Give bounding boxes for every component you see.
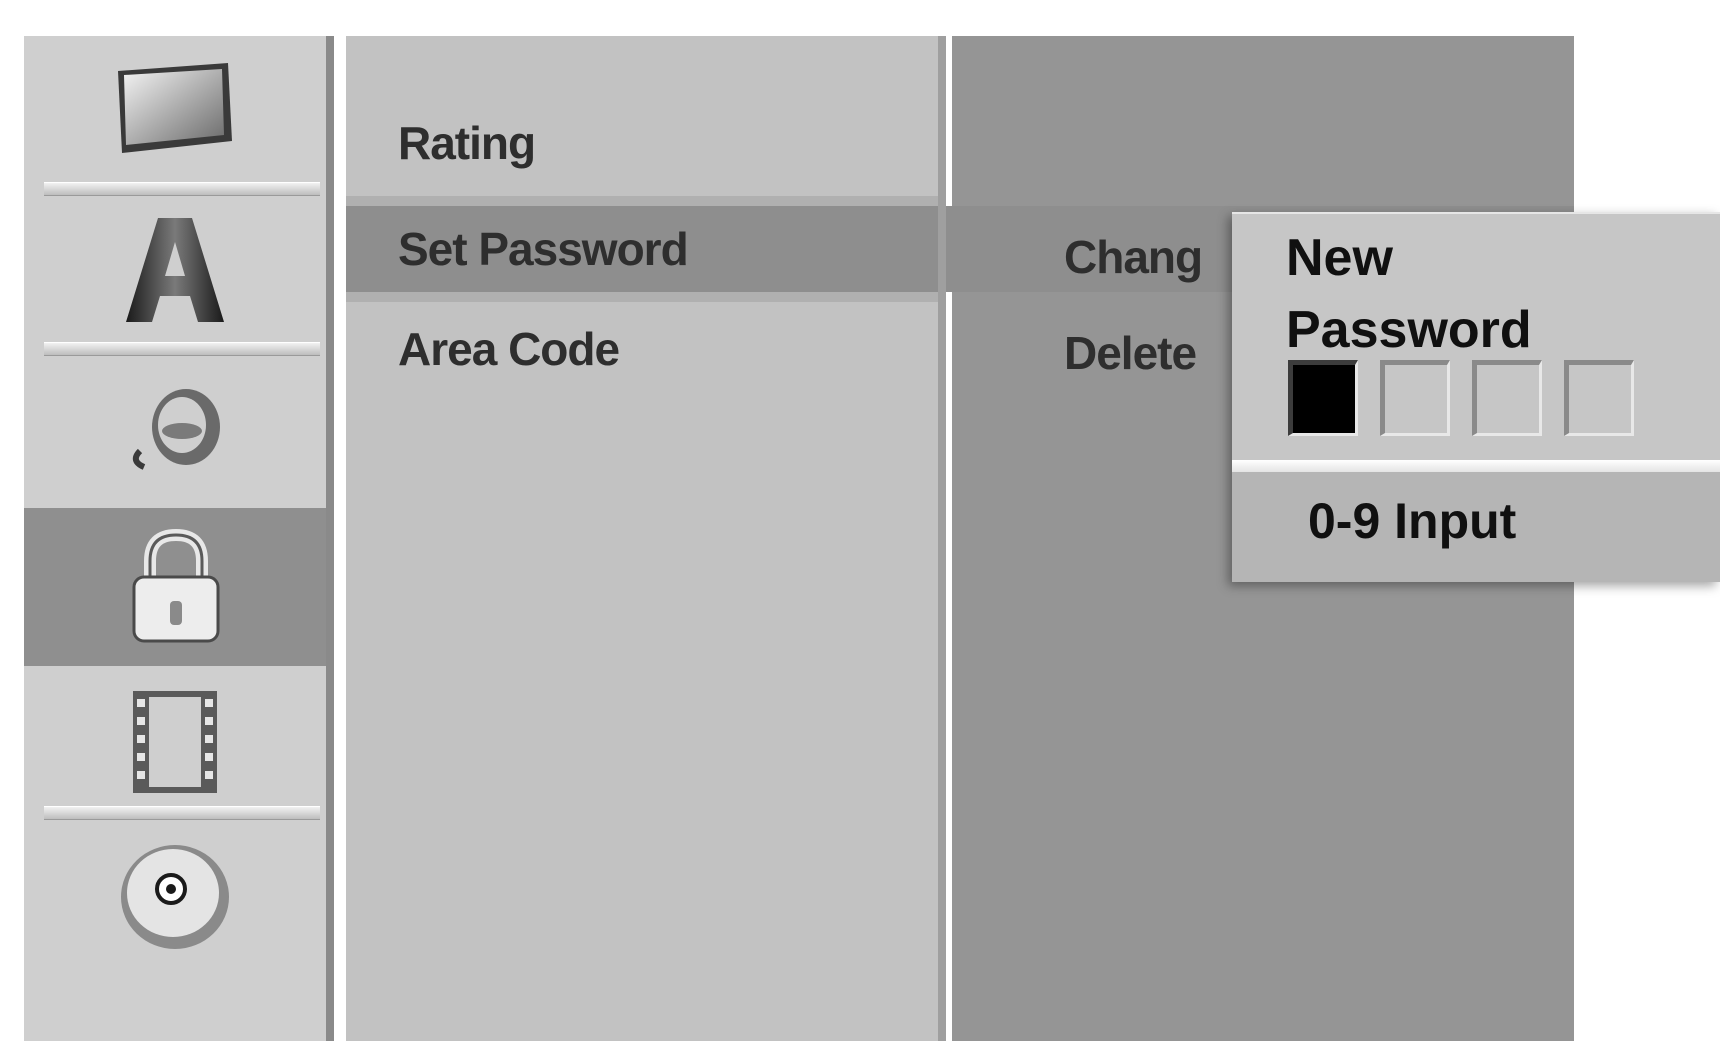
separator — [44, 806, 320, 820]
option-change[interactable]: Chang — [1064, 230, 1203, 284]
menu-item-label: Rating — [398, 117, 536, 169]
disc-icon — [121, 845, 229, 949]
input-hint: 0-9 Input — [1308, 493, 1517, 549]
category-audio[interactable] — [24, 356, 326, 506]
category-icon-column — [24, 36, 334, 1041]
menu-item-area-code[interactable]: Area Code — [346, 306, 946, 392]
password-digit-2[interactable] — [1380, 360, 1450, 436]
language-icon — [126, 218, 224, 322]
category-lock[interactable] — [24, 508, 326, 666]
separator — [44, 342, 320, 356]
menu-divider — [346, 196, 946, 206]
dialog-divider — [1232, 460, 1720, 472]
password-digit-3[interactable] — [1472, 360, 1542, 436]
tv-icon — [118, 63, 232, 153]
settings-menu: Rating Set Password Area Code — [346, 36, 1306, 1041]
audio-icon — [132, 389, 220, 470]
category-display[interactable] — [24, 36, 326, 188]
menu-divider — [346, 292, 946, 302]
menu-item-label: Set Password — [398, 223, 689, 275]
separator — [44, 182, 320, 196]
dialog-title: New Password — [1286, 229, 1532, 359]
film-icon — [133, 691, 217, 793]
password-digit-4[interactable] — [1564, 360, 1634, 436]
category-recording[interactable] — [24, 668, 326, 816]
menu-item-label: Area Code — [398, 323, 620, 375]
category-disc[interactable] — [24, 820, 326, 970]
category-language[interactable] — [24, 196, 326, 344]
new-password-dialog: New Password 0-9 Input — [1232, 212, 1720, 582]
option-delete[interactable]: Delete — [1064, 326, 1197, 380]
password-digit-1[interactable] — [1288, 360, 1358, 436]
lock-icon — [132, 528, 220, 643]
dialog-footer: 0-9 Input — [1232, 472, 1720, 582]
menu-item-rating[interactable]: Rating — [346, 100, 946, 186]
